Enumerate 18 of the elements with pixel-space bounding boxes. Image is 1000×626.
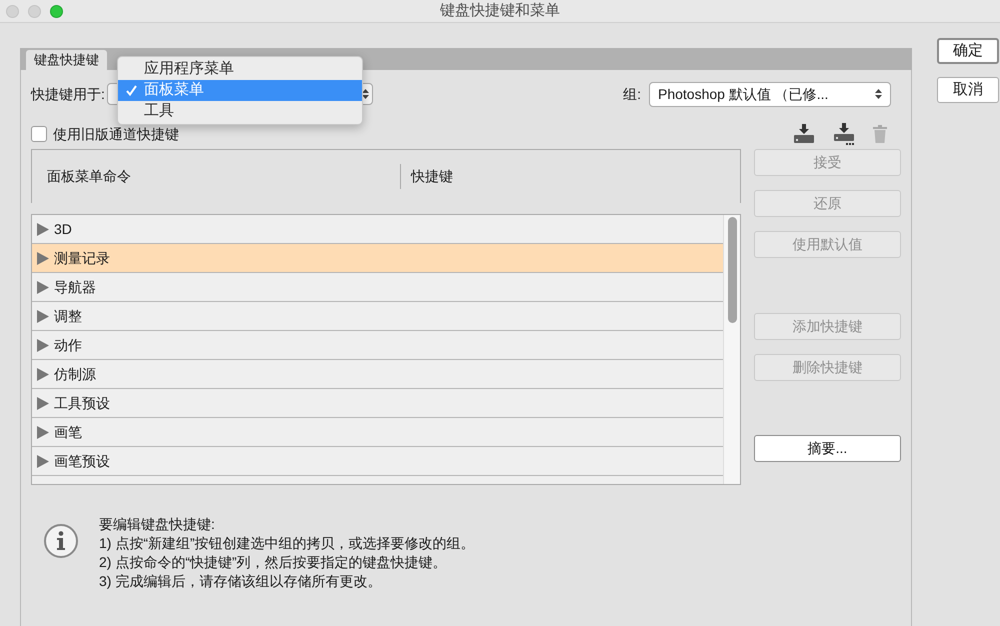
info-text: 1) 点按“新建组”按钮创建选中组的拷贝，或选择要修改的组。: [99, 534, 475, 553]
menu-item[interactable]: 工具: [118, 101, 362, 122]
window-title: 键盘快捷键和菜单: [440, 0, 560, 21]
set-label: 组:: [623, 84, 641, 104]
side-button[interactable]: 摘要...: [754, 435, 901, 462]
column-header[interactable]: 快捷键: [401, 166, 453, 187]
menu-item[interactable]: 应用程序菜单: [118, 59, 362, 80]
shortcuts-for-label: 快捷键用于:: [31, 84, 105, 104]
tab[interactable]: 键盘快捷键: [26, 50, 107, 70]
info-text: 要编辑键盘快捷键:: [99, 515, 216, 534]
dialog-button[interactable]: 取消: [937, 77, 999, 103]
info-text: 3) 完成编辑后，请存储该组以存储所有更改。: [99, 572, 382, 591]
info-text: 2) 点按命令的“快捷键”列，然后按要指定的键盘快捷键。: [99, 553, 448, 572]
checkbox-label: 使用旧版通道快捷键: [53, 124, 179, 144]
set-select[interactable]: Photoshop 默认值 （已修...: [649, 82, 891, 106]
list-row[interactable]: 测量记录: [32, 244, 723, 273]
dialog-button[interactable]: 确定: [937, 38, 999, 64]
column-header[interactable]: 面板菜单命令: [32, 166, 400, 187]
